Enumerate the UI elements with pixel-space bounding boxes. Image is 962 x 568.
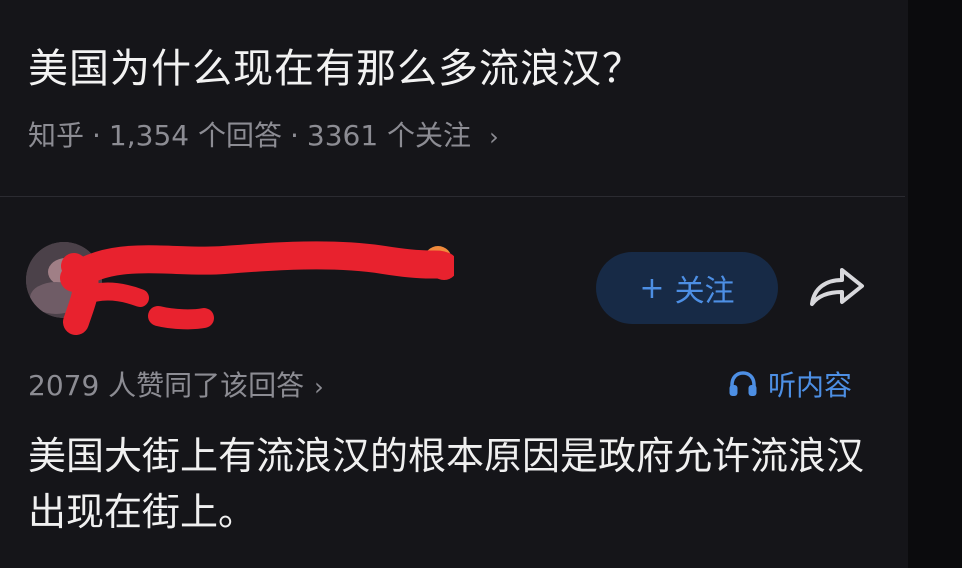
answer-text[interactable]: 美国大街上有流浪汉的根本原因是政府允许流浪汉出现在街上。 [28, 428, 888, 540]
question-meta[interactable]: 知乎 · 1,354 个回答 · 3361 个关注 › [28, 114, 499, 154]
answers-count: 1,354 个回答 [108, 119, 282, 152]
meta-separator: · [289, 119, 299, 152]
divider [0, 196, 905, 197]
redaction-scribble [60, 241, 454, 335]
zhihu-screen: 美国为什么现在有那么多流浪汉？ 知乎 · 1,354 个回答 · 3361 个关注 › +… [0, 0, 962, 568]
edge-strip [908, 0, 962, 568]
chevron-right-icon: › [314, 373, 324, 401]
plus-icon: + [639, 270, 665, 306]
question-title[interactable]: 美国为什么现在有那么多流浪汉？ [28, 36, 643, 94]
agree-text: 2079 人赞同了该回答 [28, 369, 305, 402]
followers-count: 3361 个关注 [306, 119, 472, 152]
listen-label: 听内容 [768, 369, 853, 402]
chevron-right-icon: › [489, 123, 499, 151]
agree-count[interactable]: 2079 人赞同了该回答 › [28, 364, 324, 404]
listen-button[interactable]: 听内容 [728, 364, 852, 404]
share-icon[interactable] [806, 262, 868, 312]
follow-button[interactable]: + 关注 [596, 252, 778, 324]
meta-separator: · [92, 119, 101, 152]
source-label: 知乎 [28, 119, 85, 152]
follow-label: 关注 [674, 274, 735, 309]
headphones-icon [729, 371, 757, 396]
